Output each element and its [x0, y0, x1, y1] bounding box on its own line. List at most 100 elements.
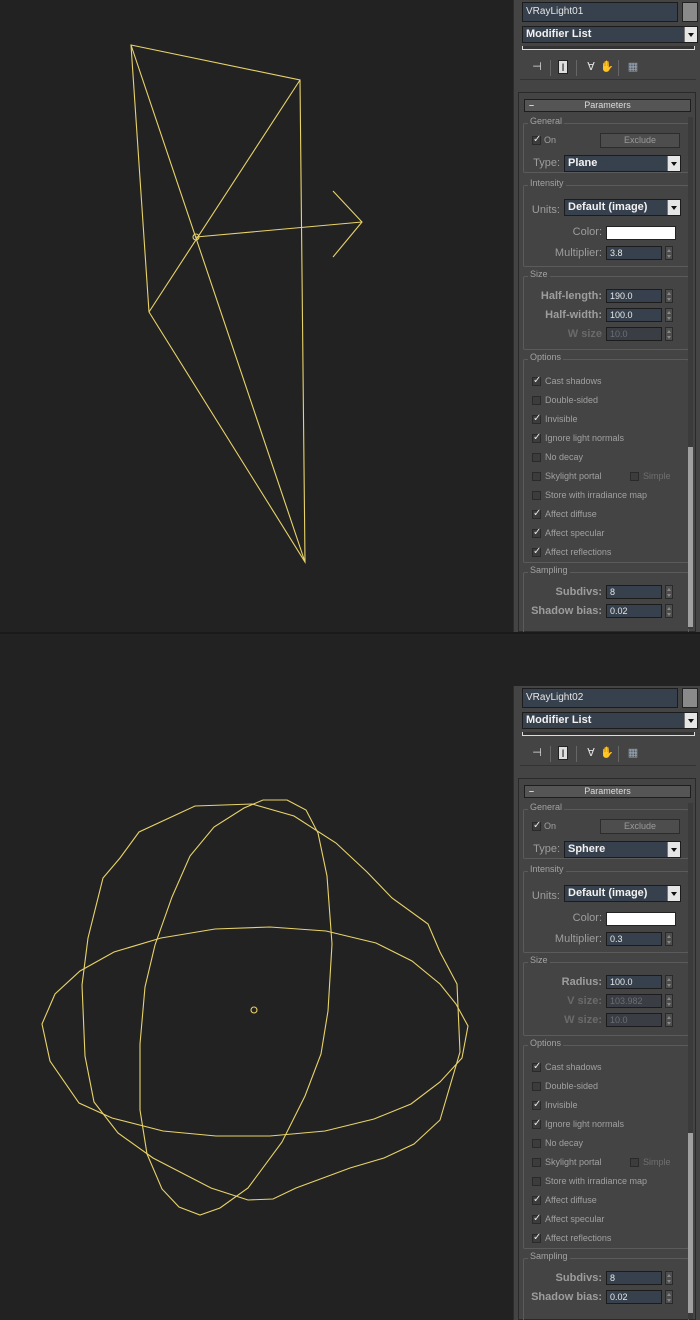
collapse-icon[interactable]: –	[529, 100, 534, 111]
affect-reflections-label: Affect reflections	[545, 1233, 612, 1243]
group-general: General On Exclude Type: Sphere	[523, 802, 689, 859]
skylight-portal-checkbox[interactable]	[532, 472, 541, 481]
affect-specular-checkbox[interactable]	[532, 527, 541, 538]
chevron-down-icon[interactable]	[667, 886, 680, 901]
no-decay-checkbox[interactable]	[532, 453, 541, 462]
shadow-bias-label: Shadow bias:	[531, 605, 602, 617]
configure-sets-icon[interactable]: ▦	[626, 746, 640, 760]
show-end-result-icon[interactable]: I	[558, 60, 568, 74]
half-length-label: Half-length:	[540, 290, 602, 302]
skylight-portal-checkbox[interactable]	[532, 1158, 541, 1167]
shadow-bias-spinner[interactable]	[665, 1290, 673, 1304]
subdivs-spinner[interactable]	[665, 1271, 673, 1285]
radius-input[interactable]: 100.0	[606, 975, 662, 989]
half-width-spinner[interactable]	[665, 308, 673, 322]
scrollbar-thumb[interactable]	[688, 1133, 693, 1313]
make-unique-icon[interactable]: ∀	[584, 746, 598, 760]
rollout-header-parameters[interactable]: – Parameters	[524, 99, 691, 112]
exclude-button[interactable]: Exclude	[600, 133, 680, 148]
sphere-light-ring-a	[81, 803, 461, 1201]
affect-diffuse-checkbox[interactable]	[532, 1194, 541, 1205]
configure-sets-icon[interactable]: ▦	[626, 60, 640, 74]
half-length-spinner[interactable]	[665, 289, 673, 303]
subdivs-spinner[interactable]	[665, 585, 673, 599]
chevron-down-icon[interactable]	[667, 842, 680, 857]
w-size-spinner	[665, 327, 673, 341]
group-title: Options	[528, 1038, 564, 1048]
rollout-header-parameters[interactable]: – Parameters	[524, 785, 691, 798]
pin-stack-icon[interactable]: ⊣	[530, 60, 544, 74]
collapse-icon[interactable]: –	[529, 786, 534, 797]
double-sided-checkbox[interactable]	[532, 1082, 541, 1091]
type-dropdown[interactable]: Plane	[564, 155, 681, 172]
chevron-down-icon[interactable]	[667, 156, 680, 171]
units-value: Default (image)	[568, 201, 648, 213]
no-decay-label: No decay	[545, 452, 584, 462]
multiplier-input[interactable]: 3.8	[606, 246, 662, 260]
show-end-result-icon[interactable]: I	[558, 746, 568, 760]
object-name-field[interactable]: VRayLight02	[522, 688, 678, 708]
w-size-label: W size:	[564, 1014, 602, 1026]
simple-checkbox[interactable]	[630, 472, 639, 481]
shadow-bias-input[interactable]: 0.02	[606, 1290, 662, 1304]
subdivs-input[interactable]: 8	[606, 585, 662, 599]
modifier-stack[interactable]	[522, 732, 695, 736]
panel-scrollbar[interactable]	[688, 117, 693, 629]
multiplier-spinner[interactable]	[665, 246, 673, 260]
multiplier-spinner[interactable]	[665, 932, 673, 946]
half-width-input[interactable]: 100.0	[606, 308, 662, 322]
multiplier-input[interactable]: 0.3	[606, 932, 662, 946]
affect-reflections-checkbox[interactable]	[532, 546, 541, 557]
units-dropdown[interactable]: Default (image)	[564, 885, 681, 902]
ignore-light-normals-checkbox[interactable]	[532, 432, 541, 443]
double-sided-checkbox[interactable]	[532, 396, 541, 405]
ignore-light-normals-checkbox[interactable]	[532, 1118, 541, 1129]
shadow-bias-input[interactable]: 0.02	[606, 604, 662, 618]
simple-checkbox[interactable]	[630, 1158, 639, 1167]
object-color-swatch[interactable]	[682, 688, 698, 708]
cast-shadows-checkbox[interactable]	[532, 1061, 541, 1072]
on-checkbox[interactable]	[532, 820, 541, 831]
modifier-stack[interactable]	[522, 46, 695, 50]
modifier-list-dropdown[interactable]: Modifier List	[522, 712, 698, 729]
viewport-plane-light[interactable]	[0, 0, 512, 632]
store-irradiance-checkbox[interactable]	[532, 491, 541, 500]
exclude-button[interactable]: Exclude	[600, 819, 680, 834]
chevron-down-icon[interactable]	[667, 200, 680, 215]
units-dropdown[interactable]: Default (image)	[564, 199, 681, 216]
panel-scrollbar[interactable]	[688, 803, 693, 1319]
no-decay-checkbox[interactable]	[532, 1139, 541, 1148]
object-name-field[interactable]: VRayLight01	[522, 2, 678, 22]
on-checkbox[interactable]	[532, 134, 541, 145]
pin-stack-icon[interactable]: ⊣	[530, 746, 544, 760]
invisible-checkbox[interactable]	[532, 1099, 541, 1110]
shadow-bias-spinner[interactable]	[665, 604, 673, 618]
radius-spinner[interactable]	[665, 975, 673, 989]
light-color-swatch[interactable]	[606, 912, 676, 926]
chevron-down-icon[interactable]	[684, 713, 697, 728]
no-decay-label: No decay	[545, 1138, 584, 1148]
subdivs-input[interactable]: 8	[606, 1271, 662, 1285]
sphere-light-ellipse-horizontal	[41, 926, 469, 1137]
half-length-input[interactable]: 190.0	[606, 289, 662, 303]
remove-modifier-icon[interactable]: ✋	[600, 746, 614, 760]
chevron-down-icon[interactable]	[684, 27, 697, 42]
invisible-checkbox[interactable]	[532, 413, 541, 424]
half-width-label: Half-width:	[545, 309, 602, 321]
type-dropdown[interactable]: Sphere	[564, 841, 681, 858]
store-irradiance-checkbox[interactable]	[532, 1177, 541, 1186]
affect-specular-checkbox[interactable]	[532, 1213, 541, 1224]
make-unique-icon[interactable]: ∀	[584, 60, 598, 74]
object-color-swatch[interactable]	[682, 2, 698, 22]
invisible-label: Invisible	[545, 1100, 578, 1110]
remove-modifier-icon[interactable]: ✋	[600, 60, 614, 74]
affect-reflections-checkbox[interactable]	[532, 1232, 541, 1243]
viewport-sphere-light[interactable]	[0, 634, 512, 1320]
radius-label: Radius:	[561, 976, 602, 988]
light-color-swatch[interactable]	[606, 226, 676, 240]
affect-diffuse-checkbox[interactable]	[532, 508, 541, 519]
scrollbar-thumb[interactable]	[688, 447, 693, 627]
cast-shadows-checkbox[interactable]	[532, 375, 541, 386]
multiplier-label: Multiplier:	[554, 933, 602, 945]
modifier-list-dropdown[interactable]: Modifier List	[522, 26, 698, 43]
